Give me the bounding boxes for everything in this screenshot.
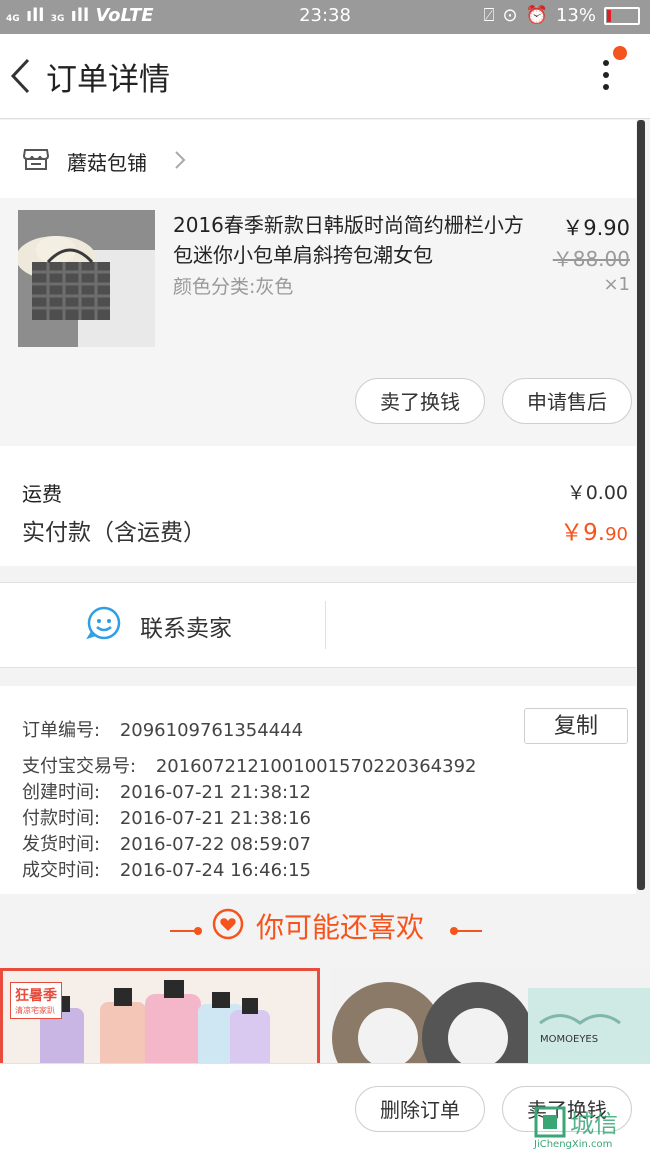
alarm-icon: ⏰ xyxy=(525,5,548,26)
recommend-title: 你可能还喜欢 xyxy=(256,911,425,944)
product-original-price: ￥88.00 xyxy=(552,247,630,271)
recommend-card-2[interactable]: MOMOEYES xyxy=(330,968,650,1068)
site-watermark: 城信 JiChengXin.com xyxy=(534,1104,650,1154)
more-menu-icon[interactable] xyxy=(596,60,616,100)
payment-summary: 运费 ￥0.00 实付款（含运费） ￥9.90 xyxy=(0,446,636,566)
product-image-lenses xyxy=(330,968,650,1068)
promo-badge-title: 狂暑季 xyxy=(15,988,57,1004)
paid-time-value: 2016-07-21 21:38:16 xyxy=(119,808,311,829)
decor-dot-left xyxy=(194,927,202,935)
paid-value-main: ￥9. xyxy=(560,520,606,546)
product-price: ￥9.90 xyxy=(562,216,630,240)
order-number-row: 订单编号: 2096109761354444 xyxy=(22,716,303,742)
chat-smile-icon[interactable] xyxy=(86,605,122,641)
brand-label: MOMOEYES xyxy=(540,1034,599,1045)
watermark-row: 城信 xyxy=(534,1104,650,1139)
shipping-label: 运费 xyxy=(22,482,62,506)
shipped-time-label: 发货时间: xyxy=(22,834,101,855)
completed-time-value: 2016-07-24 16:46:15 xyxy=(119,860,311,881)
product-title[interactable]: 2016春季新款日韩版时尚简约栅栏小方包迷你小包单肩斜挎包潮女包 xyxy=(173,210,533,270)
shipped-time-value: 2016-07-22 08:59:07 xyxy=(119,834,311,855)
back-arrow-icon[interactable] xyxy=(8,54,34,98)
product-spec: 颜色分类:灰色 xyxy=(173,276,294,298)
watermark-logo-icon xyxy=(534,1106,566,1137)
order-info: 订单编号: 2096109761354444 复制 支付宝交易号: 201607… xyxy=(0,686,636,894)
bag-photo-image xyxy=(18,210,155,347)
battery-icon xyxy=(604,6,640,25)
lock-rotation-icon: ⊙ xyxy=(502,5,518,26)
divider xyxy=(325,601,326,649)
page-title: 订单详情 xyxy=(46,62,170,98)
product-quantity: ×1 xyxy=(603,274,630,295)
completed-time-label: 成交时间: xyxy=(22,860,101,881)
contact-seller-bar: 联系卖家 xyxy=(0,582,636,668)
decor-line-right xyxy=(452,930,482,932)
paid-time-row: 付款时间: 2016-07-21 21:38:16 xyxy=(22,804,311,830)
watermark-text: 城信 xyxy=(570,1110,618,1138)
order-number-value: 2096109761354444 xyxy=(119,720,304,741)
chevron-right-icon xyxy=(175,151,186,169)
alipay-trade-label: 支付宝交易号: xyxy=(22,756,137,777)
contact-seller-button[interactable]: 联系卖家 xyxy=(140,609,232,643)
copy-button[interactable]: 复制 xyxy=(524,708,628,744)
alipay-trade-row: 支付宝交易号: 2016072121001001570220364392 xyxy=(22,752,476,778)
after-sale-button[interactable]: 申请售后 xyxy=(502,378,632,424)
recommend-card-1[interactable]: 狂暑季 清凉宅家趴 xyxy=(0,968,320,1068)
watermark-domain: JiChengXin.com xyxy=(534,1139,613,1150)
shipping-value: ￥0.00 xyxy=(566,482,628,504)
created-time-row: 创建时间: 2016-07-21 21:38:12 xyxy=(22,778,311,804)
product-thumbnail[interactable] xyxy=(18,210,155,347)
status-icons: ⍁ ⊙ ⏰ 13% xyxy=(484,5,640,26)
delete-order-button[interactable]: 删除订单 xyxy=(355,1086,485,1132)
vibrate-icon: ⍁ xyxy=(483,5,495,26)
paid-time-label: 付款时间: xyxy=(22,808,101,829)
shop-name[interactable]: 蘑菇包铺 xyxy=(67,147,147,176)
status-bar: 4G ıll 3G ıll VoLTE 23:38 ⍁ ⊙ ⏰ 13% xyxy=(0,0,650,34)
heart-icon xyxy=(212,908,244,940)
alipay-trade-value: 2016072121001001570220364392 xyxy=(155,756,477,777)
notification-dot xyxy=(613,46,627,60)
created-time-value: 2016-07-21 21:38:12 xyxy=(119,782,311,803)
paid-value: ￥9.90 xyxy=(560,513,628,547)
created-time-label: 创建时间: xyxy=(22,782,101,803)
product-card[interactable]: 2016春季新款日韩版时尚简约栅栏小方包迷你小包单肩斜挎包潮女包 颜色分类:灰色… xyxy=(0,198,636,446)
shop-row[interactable]: 蘑菇包铺 xyxy=(0,120,636,198)
store-icon xyxy=(22,149,50,170)
app-header: 订单详情 xyxy=(0,34,650,119)
completed-time-row: 成交时间: 2016-07-24 16:46:15 xyxy=(22,856,311,882)
shipped-time-row: 发货时间: 2016-07-22 08:59:07 xyxy=(22,830,311,856)
sell-for-cash-button[interactable]: 卖了换钱 xyxy=(355,378,485,424)
promo-badge: 狂暑季 清凉宅家趴 xyxy=(10,982,62,1019)
promo-badge-sub: 清凉宅家趴 xyxy=(15,1006,55,1015)
order-number-label: 订单编号: xyxy=(22,720,101,741)
recommend-header: 你可能还喜欢 xyxy=(0,894,650,968)
paid-value-cents: 90 xyxy=(605,524,628,545)
paid-label: 实付款（含运费） xyxy=(22,520,206,546)
battery-percent: 13% xyxy=(555,5,596,26)
scrollbar-thumb[interactable] xyxy=(637,120,645,890)
